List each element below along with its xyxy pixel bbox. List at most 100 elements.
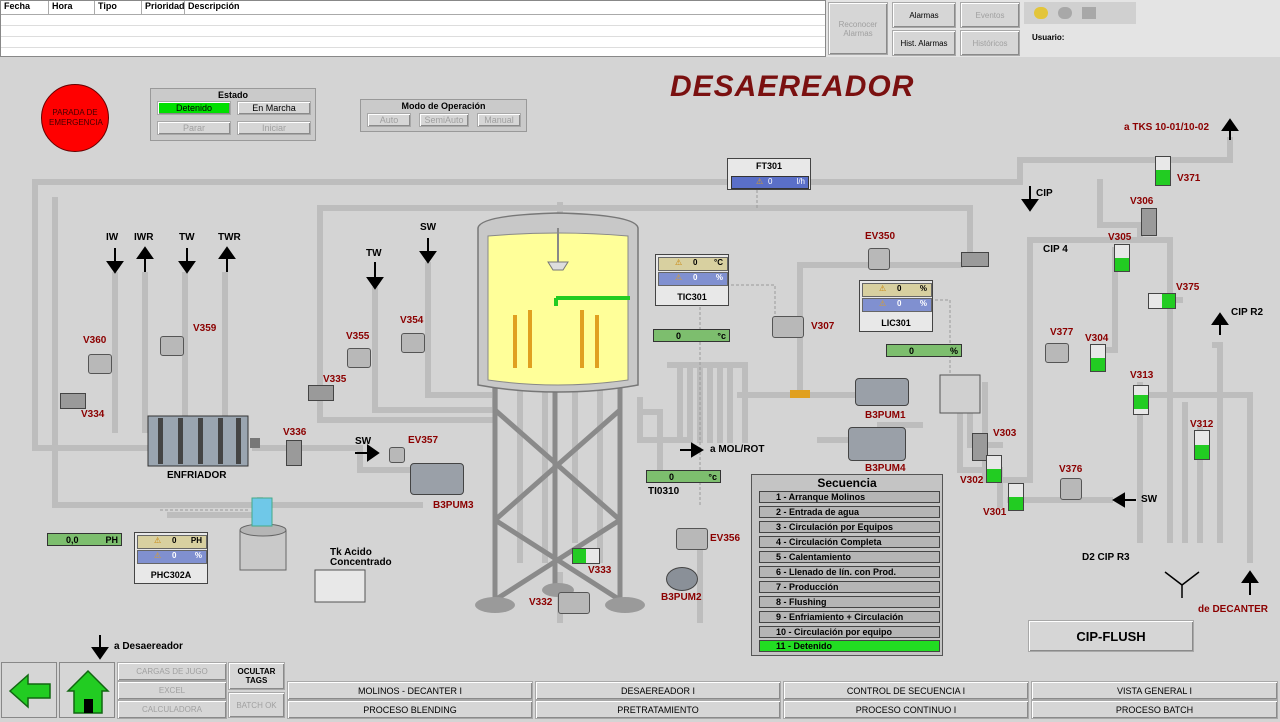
valve-v306-icon[interactable] — [1141, 208, 1157, 236]
b3pum4-label[interactable]: B3PUM4 — [865, 463, 906, 474]
ev350-label[interactable]: EV350 — [865, 231, 895, 242]
v335-label[interactable]: V335 — [323, 374, 346, 385]
v301-label[interactable]: V301 — [983, 507, 1006, 518]
pump-b3pum3-icon[interactable] — [410, 463, 464, 495]
lic301-pv-unit: % — [919, 299, 927, 308]
valve-v376-icon[interactable] — [1060, 478, 1082, 500]
ev357-label[interactable]: EV357 — [408, 435, 438, 446]
cargas-de-jugo-button[interactable]: CARGAS DE JUGO — [117, 662, 227, 681]
lic301-controller[interactable]: ⚠ 0 % ⚠ 0 % LIC301 — [859, 280, 933, 332]
semiauto-button[interactable]: SemiAuto — [419, 113, 469, 127]
calculadora-button[interactable]: CALCULADORA — [117, 700, 227, 719]
valve-v333-icon[interactable] — [572, 548, 600, 564]
seq-item-7[interactable]: 7 - Producción — [759, 581, 940, 593]
valve-v305-icon[interactable] — [1114, 244, 1130, 272]
valve-v301-icon[interactable] — [1008, 483, 1024, 511]
valve-v307-icon[interactable] — [772, 316, 804, 338]
valve-v334-icon[interactable] — [60, 393, 86, 409]
tab-desaereador[interactable]: DESAEREADOR I — [535, 681, 781, 700]
v336-label[interactable]: V336 — [283, 427, 306, 438]
seq-item-5[interactable]: 5 - Calentamiento — [759, 551, 940, 563]
v354-label[interactable]: V354 — [400, 315, 423, 326]
valve-v360-icon[interactable] — [88, 354, 112, 374]
valve-v377-icon[interactable] — [1045, 343, 1069, 363]
pump-b3pum4-icon[interactable] — [848, 427, 906, 461]
tab-molinos-decanter[interactable]: MOLINOS - DECANTER I — [287, 681, 533, 700]
v332-label[interactable]: V332 — [529, 597, 552, 608]
batch-ok-button[interactable]: BATCH OK — [228, 692, 285, 718]
seq-item-1[interactable]: 1 - Arranque Molinos — [759, 491, 940, 503]
valve-v304-icon[interactable] — [1090, 344, 1106, 372]
tab-proceso-blending[interactable]: PROCESO BLENDING — [287, 700, 533, 719]
b3pum2-label[interactable]: B3PUM2 — [661, 592, 702, 603]
seq-item-6[interactable]: 6 - Llenado de lín. con Prod. — [759, 566, 940, 578]
tab-pretratamiento[interactable]: PRETRATAMIENTO — [535, 700, 781, 719]
manual-button[interactable]: Manual — [477, 113, 521, 127]
v303-label[interactable]: V303 — [993, 428, 1016, 439]
pump-b3pum2-icon[interactable] — [666, 567, 698, 591]
v376-label[interactable]: V376 — [1059, 464, 1082, 475]
valve-v355-icon[interactable] — [347, 348, 371, 368]
b3pum3-label[interactable]: B3PUM3 — [433, 500, 474, 511]
valve-v359-icon[interactable] — [160, 336, 184, 356]
v304-label[interactable]: V304 — [1085, 333, 1108, 344]
valve-v336-icon[interactable] — [286, 440, 302, 466]
sw2-label: SW — [355, 436, 372, 447]
parar-button[interactable]: Parar — [157, 121, 231, 135]
valve-v335-icon[interactable] — [308, 385, 334, 401]
en-marcha-button[interactable]: En Marcha — [237, 101, 311, 115]
seq-item-4[interactable]: 4 - Circulación Completa — [759, 536, 940, 548]
valve-ev356-icon[interactable] — [676, 528, 708, 550]
v307-label[interactable]: V307 — [811, 321, 834, 332]
v305-label[interactable]: V305 — [1108, 232, 1131, 243]
phc302a-controller[interactable]: ⚠ 0 PH ⚠ 0 % PHC302A — [134, 532, 208, 584]
ev356-label[interactable]: EV356 — [710, 533, 740, 544]
ocultar-tags-button[interactable]: OCULTAR TAGS — [228, 662, 285, 690]
ft301-indicator[interactable]: FT301 ⚠ 0 l/h — [727, 158, 811, 190]
home-button[interactable] — [59, 662, 115, 718]
tab-vista-general[interactable]: VISTA GENERAL I — [1031, 681, 1278, 700]
seq-item-8[interactable]: 8 - Flushing — [759, 596, 940, 608]
tab-proceso-batch[interactable]: PROCESO BATCH — [1031, 700, 1278, 719]
valve-ev357-icon[interactable] — [389, 447, 405, 463]
v375-label[interactable]: V375 — [1176, 282, 1199, 293]
valve-v371-icon[interactable] — [1155, 156, 1171, 186]
iniciar-button[interactable]: Iniciar — [237, 121, 311, 135]
v359-label[interactable]: V359 — [193, 323, 216, 334]
tab-proceso-continuo[interactable]: PROCESO CONTINUO I — [783, 700, 1029, 719]
valve-v354-icon[interactable] — [401, 333, 425, 353]
seq-item-10[interactable]: 10 - Circulación por equipo — [759, 626, 940, 638]
valve-misc-icon[interactable] — [961, 252, 989, 267]
seq-item-9[interactable]: 9 - Enfriamiento + Circulación — [759, 611, 940, 623]
v313-label[interactable]: V313 — [1130, 370, 1153, 381]
v333-label[interactable]: V333 — [588, 565, 611, 576]
valve-v375-icon[interactable] — [1148, 293, 1176, 309]
valve-v302-icon[interactable] — [986, 455, 1002, 483]
detenido-button[interactable]: Detenido — [157, 101, 231, 115]
valve-v332-icon[interactable] — [558, 592, 590, 614]
v371-label[interactable]: V371 — [1177, 173, 1200, 184]
v377-label[interactable]: V377 — [1050, 327, 1073, 338]
v312-label[interactable]: V312 — [1190, 419, 1213, 430]
b3pum1-label[interactable]: B3PUM1 — [865, 410, 906, 421]
v334-label[interactable]: V334 — [81, 409, 104, 420]
valve-v313-icon[interactable] — [1133, 385, 1149, 415]
v355-label[interactable]: V355 — [346, 331, 369, 342]
valve-ev350-icon[interactable] — [868, 248, 890, 270]
seq-item-11[interactable]: 11 - Detenido — [759, 640, 940, 652]
v306-label[interactable]: V306 — [1130, 196, 1153, 207]
valve-v312-icon[interactable] — [1194, 430, 1210, 460]
auto-button[interactable]: Auto — [367, 113, 411, 127]
seq-item-3[interactable]: 3 - Circulación por Equipos — [759, 521, 940, 533]
back-button[interactable] — [1, 662, 57, 718]
tic301-controller[interactable]: ⚠ 0 °C ⚠ 0 % TIC301 — [655, 254, 729, 306]
seq-item-2[interactable]: 2 - Entrada de agua — [759, 506, 940, 518]
pump-b3pum1-icon[interactable] — [855, 378, 909, 406]
cip-flush-button[interactable]: CIP-FLUSH — [1028, 620, 1194, 652]
excel-button[interactable]: EXCEL — [117, 681, 227, 700]
emergency-stop-button[interactable]: PARADA DE EMERGENCIA — [41, 84, 109, 152]
tab-control-secuencia[interactable]: CONTROL DE SECUENCIA I — [783, 681, 1029, 700]
ph-bar: 0,0 PH — [47, 533, 122, 546]
v302-label[interactable]: V302 — [960, 475, 983, 486]
v360-label[interactable]: V360 — [83, 335, 106, 346]
